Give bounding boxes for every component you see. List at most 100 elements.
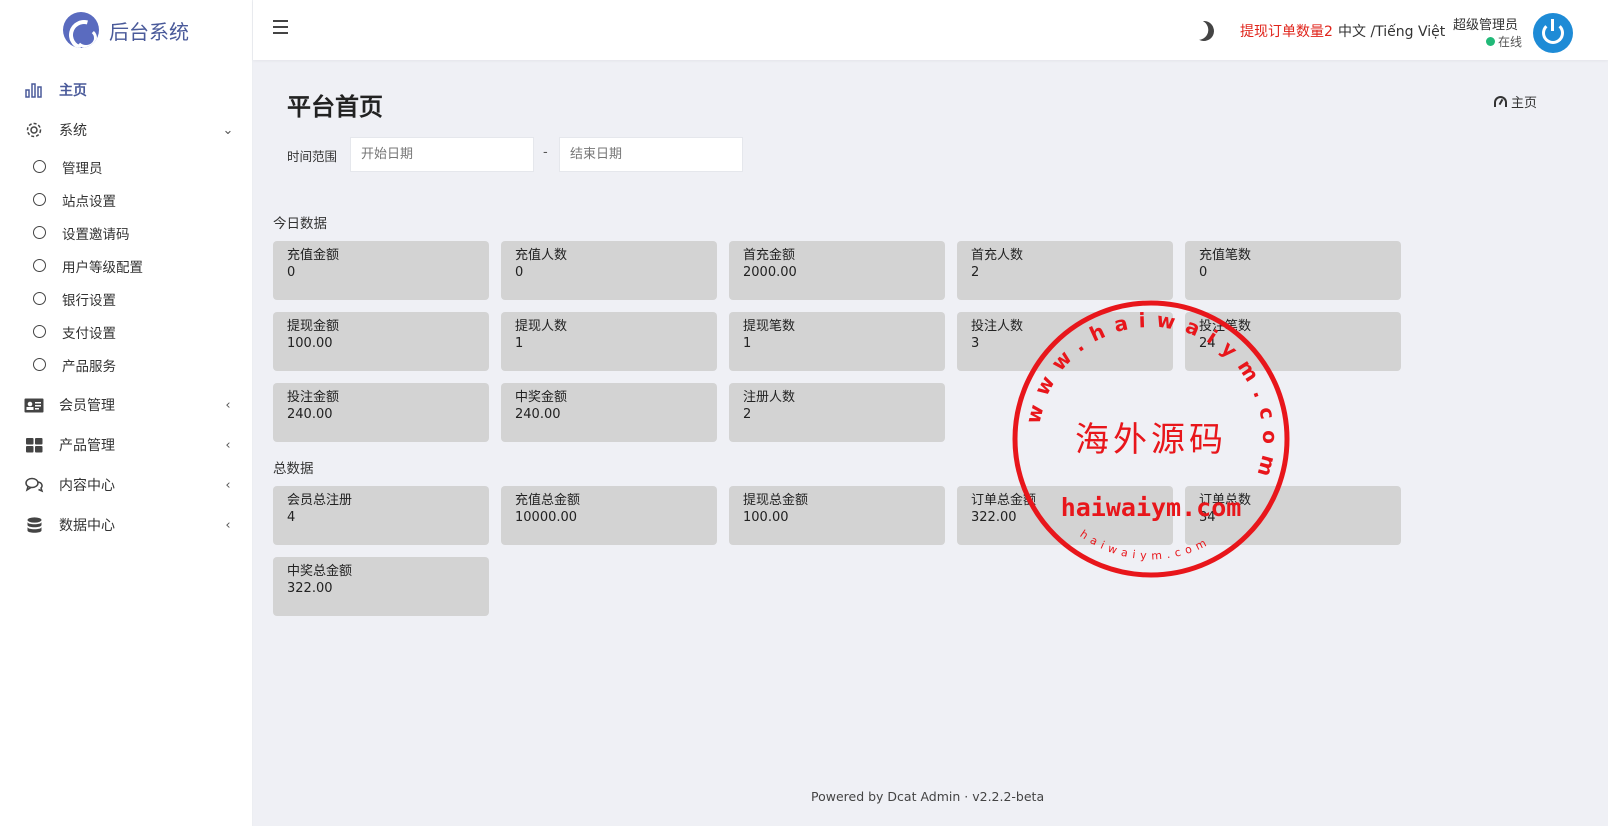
stat-card: 订单总数 34 — [1185, 486, 1401, 545]
user-status: 在线 — [1486, 33, 1522, 50]
footer: Powered by Dcat Admin · v2.2.2-beta — [811, 789, 1045, 804]
stat-value: 100.00 — [743, 510, 789, 525]
stat-value: 1 — [743, 336, 752, 351]
stat-card: 中奖总金额 322.00 — [273, 557, 489, 616]
dark-mode-toggle-icon[interactable] — [1191, 18, 1217, 44]
sidebar-subitem-user-level[interactable]: 用户等级配置 — [0, 249, 252, 282]
stat-card: 中奖金额 240.00 — [501, 383, 717, 442]
brand[interactable]: 后台系统 — [0, 0, 252, 60]
sidebar-subitem-bank-settings[interactable]: 银行设置 — [0, 282, 252, 315]
stat-card: 提现总金额 100.00 — [729, 486, 945, 545]
sidebar-subitem-label: 银行设置 — [62, 292, 116, 309]
sidebar-subitem-invite-code[interactable]: 设置邀请码 — [0, 216, 252, 249]
chevron-left-icon: ‹ — [225, 397, 231, 413]
sidebar-subitem-label: 站点设置 — [62, 193, 116, 210]
stat-value: 34 — [1199, 510, 1216, 525]
stat-card: 提现人数 1 — [501, 312, 717, 371]
stat-card: 订单总金额 322.00 — [957, 486, 1173, 545]
sidebar-subitem-product-service[interactable]: 产品服务 — [0, 348, 252, 381]
total-section-title: 总数据 — [273, 461, 314, 477]
sidebar-subitem-label: 支付设置 — [62, 325, 116, 342]
stat-value: 2 — [971, 265, 980, 280]
user-status-label: 在线 — [1498, 35, 1523, 49]
stat-label: 会员总注册 — [287, 493, 353, 508]
stat-value: 10000.00 — [515, 510, 578, 525]
circle-icon — [33, 193, 46, 206]
system-submenu: 管理员 站点设置 设置邀请码 用户等级配置 银行设置 支付设置 产品服务 — [0, 150, 252, 381]
language-switcher[interactable]: 中文 /Tiếng Việt — [1338, 21, 1445, 41]
withdraw-order-alert[interactable]: 提现订单数量2 — [1240, 21, 1333, 41]
sidebar-item-system[interactable]: 系统 ⌄ — [0, 110, 252, 150]
stat-label: 充值总金额 — [515, 493, 581, 508]
stat-label: 充值金额 — [287, 248, 340, 263]
stat-value: 3 — [971, 336, 980, 351]
menu-toggle-icon[interactable] — [273, 20, 288, 34]
start-date-input[interactable] — [350, 137, 534, 172]
dashboard-icon — [1494, 96, 1507, 107]
circle-icon — [33, 160, 46, 173]
sidebar-item-data[interactable]: 数据中心 ‹ — [0, 505, 252, 545]
sidebar-subitem-label: 用户等级配置 — [62, 259, 143, 276]
sidebar-menu: 主页 系统 ⌄ — [0, 70, 252, 150]
stat-value: 0 — [1199, 265, 1208, 280]
breadcrumb-label: 主页 — [1511, 96, 1538, 111]
stat-label: 提现金额 — [287, 319, 340, 334]
stat-label: 提现笔数 — [743, 319, 796, 334]
chevron-left-icon: ‹ — [225, 517, 231, 533]
stat-value: 24 — [1199, 336, 1216, 351]
sidebar-item-label: 主页 — [59, 83, 87, 99]
stat-value: 0 — [515, 265, 524, 280]
date-separator: - — [543, 145, 548, 160]
online-dot-icon — [1486, 37, 1495, 46]
stat-value: 100.00 — [287, 336, 333, 351]
sidebar-subitem-site-settings[interactable]: 站点设置 — [0, 183, 252, 216]
sidebar-subitem-label: 产品服务 — [62, 358, 116, 375]
page-title: 平台首页 — [287, 93, 383, 121]
stat-label: 首充金额 — [743, 248, 796, 263]
sidebar-item-products[interactable]: 产品管理 ‹ — [0, 425, 252, 465]
stat-label: 提现总金额 — [743, 493, 809, 508]
stat-card: 投注笔数 24 — [1185, 312, 1401, 371]
avatar[interactable] — [1533, 13, 1573, 53]
sidebar: 后台系统 主页 系统 ⌄ 管理员 站点设置 设置邀请码 用户等级配置 银行设置 … — [0, 0, 253, 826]
circle-icon — [33, 358, 46, 371]
circle-icon — [33, 259, 46, 272]
id-card-icon — [24, 395, 44, 415]
sidebar-item-label: 系统 — [59, 123, 87, 139]
sidebar-subitem-payment-settings[interactable]: 支付设置 — [0, 315, 252, 348]
chevron-down-icon: ⌄ — [222, 122, 234, 138]
gear-icon — [24, 120, 44, 140]
stat-card: 注册人数 2 — [729, 383, 945, 442]
chevron-left-icon: ‹ — [225, 477, 231, 493]
sidebar-menu-rest: 会员管理 ‹ 产品管理 ‹ 内容中心 ‹ 数据中心 ‹ — [0, 385, 252, 545]
stat-card: 提现金额 100.00 — [273, 312, 489, 371]
stat-value: 322.00 — [971, 510, 1017, 525]
sidebar-item-content[interactable]: 内容中心 ‹ — [0, 465, 252, 505]
stat-card: 充值总金额 10000.00 — [501, 486, 717, 545]
stat-label: 中奖金额 — [515, 390, 568, 405]
sidebar-subitem-label: 管理员 — [62, 160, 103, 177]
today-section-title: 今日数据 — [273, 216, 327, 232]
user-name[interactable]: 超级管理员 — [1453, 14, 1518, 33]
stat-label: 提现人数 — [515, 319, 568, 334]
stat-label: 投注笔数 — [1199, 319, 1252, 334]
sidebar-subitem-admin[interactable]: 管理员 — [0, 150, 252, 183]
stat-card: 首充金额 2000.00 — [729, 241, 945, 300]
stat-card: 投注金额 240.00 — [273, 383, 489, 442]
stat-label: 注册人数 — [743, 390, 796, 405]
end-date-input[interactable] — [559, 137, 743, 172]
breadcrumb[interactable]: 主页 — [1494, 92, 1537, 111]
stat-card: 首充人数 2 — [957, 241, 1173, 300]
stat-value: 322.00 — [287, 581, 333, 596]
topbar: 提现订单数量2 中文 /Tiếng Việt 超级管理员 在线 — [253, 0, 1608, 60]
stat-label: 充值笔数 — [1199, 248, 1252, 263]
sidebar-item-members[interactable]: 会员管理 ‹ — [0, 385, 252, 425]
stat-label: 投注人数 — [971, 319, 1024, 334]
sidebar-item-home[interactable]: 主页 — [0, 70, 252, 110]
stat-card: 充值笔数 0 — [1185, 241, 1401, 300]
circle-icon — [33, 292, 46, 305]
brand-logo — [63, 12, 99, 48]
stat-label: 中奖总金额 — [287, 564, 353, 579]
sidebar-item-label: 产品管理 — [59, 438, 115, 454]
date-range-label: 时间范围 — [287, 149, 338, 164]
